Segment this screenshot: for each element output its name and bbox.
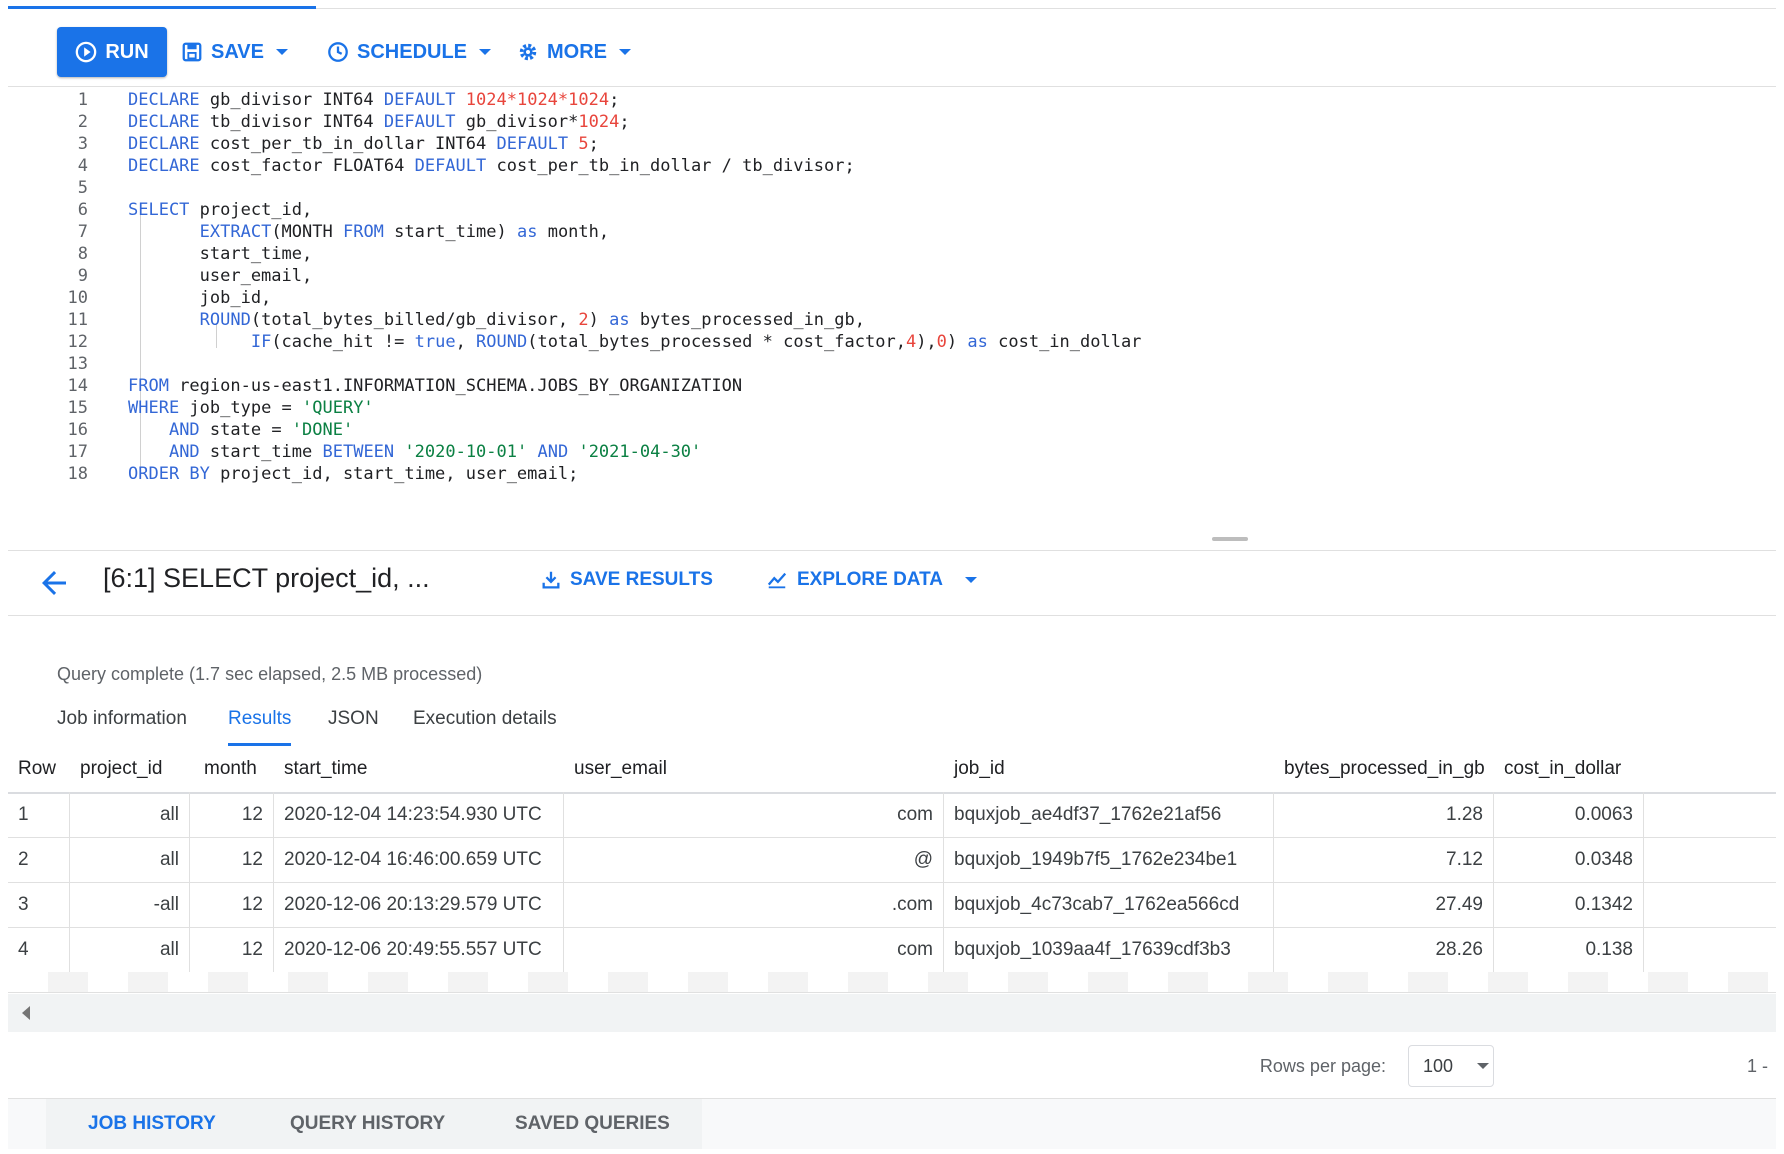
resize-handle[interactable] [1212, 537, 1248, 541]
chart-icon [767, 572, 787, 589]
results-header: [6:1] SELECT project_id, ... SAVE RESULT… [8, 550, 1776, 616]
cell-month: 12 [190, 882, 274, 927]
scroll-left-arrow-icon[interactable] [22, 1006, 30, 1020]
download-icon [542, 571, 560, 589]
table-row: 4 all 12 2020-12-06 20:49:55.557 UTC com bqux… [8, 927, 1776, 973]
cell-project-id: all [70, 837, 190, 882]
code-line: 18 ORDER BY project_id, start_time, user_… [8, 462, 1776, 487]
active-tab-indicator [8, 6, 316, 9]
cell-month: 12 [190, 927, 274, 972]
horizontal-scrollbar[interactable] [8, 994, 1776, 1032]
rows-per-page-value: 100 [1423, 1055, 1454, 1076]
cell-project-id: all [70, 927, 190, 972]
cell-bytes-processed: 27.49 [1274, 882, 1494, 927]
explore-data-button[interactable]: EXPLORE DATA [765, 569, 978, 591]
table-row: 1 all 12 2020-12-04 14:23:54.930 UTC com bqux… [8, 792, 1776, 838]
col-header-user-email: user_email [574, 758, 667, 779]
cell-start-time: 2020-12-06 20:49:55.557 UTC [274, 927, 564, 972]
cell-cost: 0.1342 [1494, 882, 1644, 927]
table-header-row: Row project_id month start_time user_ema… [8, 746, 1776, 794]
run-button[interactable]: RUN [57, 27, 167, 77]
line-number: 18 [67, 464, 88, 484]
table-row: 3 -all 12 2020-12-06 20:13:29.579 UTC .com bq… [8, 882, 1776, 928]
tab-query-history[interactable]: QUERY HISTORY [290, 1113, 445, 1135]
cell-user-email: com [564, 927, 944, 972]
cell-job-id: bquxjob_4c73cab7_1762ea566cd [944, 882, 1274, 927]
tab-job-history[interactable]: JOB HISTORY [88, 1113, 216, 1135]
cell-start-time: 2020-12-04 14:23:54.930 UTC [274, 792, 564, 837]
chevron-down-icon [965, 577, 978, 583]
page-range: 1 - [1746, 1056, 1768, 1076]
cell-user-email: com [564, 792, 944, 837]
schedule-button[interactable]: SCHEDULE [327, 32, 492, 72]
chevron-down-icon [1477, 1063, 1490, 1069]
save-button[interactable]: SAVE [181, 32, 288, 72]
results-title: [6:1] SELECT project_id, ... [103, 563, 430, 593]
tab-json[interactable]: JSON [328, 708, 379, 746]
sql-editor[interactable]: 1 DECLARE gb_divisor INT64 DEFAULT 1024*1… [8, 88, 1776, 548]
cell-bytes-processed: 1.28 [1274, 792, 1494, 837]
explore-data-label: EXPLORE DATA [797, 569, 944, 590]
cell-job-id: bquxjob_ae4df37_1762e21af56 [944, 792, 1274, 837]
col-header-job-id: job_id [954, 758, 1005, 779]
save-results-button[interactable]: SAVE RESULTS [540, 569, 713, 591]
cell-row: 1 [8, 792, 70, 837]
cell-project-id: -all [70, 882, 190, 927]
more-button[interactable]: MORE [517, 32, 631, 72]
code-text: ORDER BY project_id, start_time, user_em… [128, 464, 579, 484]
divider [316, 8, 1776, 9]
cell-month: 12 [190, 792, 274, 837]
col-header-bytes-processed: bytes_processed_in_gb [1284, 758, 1485, 779]
gear-icon [519, 43, 537, 61]
more-label: MORE [547, 40, 607, 63]
col-header-month: month [204, 758, 257, 779]
table-row-partial [8, 972, 1776, 993]
cell-cost: 0.138 [1494, 927, 1644, 972]
tab-execution-details[interactable]: Execution details [413, 708, 557, 746]
col-header-project-id: project_id [80, 758, 163, 779]
cell-cost: 0.0063 [1494, 792, 1644, 837]
cell-row: 4 [8, 927, 70, 972]
cell-cost: 0.0348 [1494, 837, 1644, 882]
save-icon [182, 42, 202, 62]
rows-per-page-select[interactable]: 100 [1408, 1045, 1494, 1087]
cell-user-email: .com [564, 882, 944, 927]
schedule-label: SCHEDULE [357, 40, 468, 63]
tab-saved-queries[interactable]: SAVED QUERIES [515, 1113, 670, 1135]
save-results-label: SAVE RESULTS [570, 569, 713, 590]
bottom-tabs: JOB HISTORY QUERY HISTORY SAVED QUERIES [46, 1099, 702, 1149]
editor-toolbar: RUN SAVE SCHEDULE MORE [8, 10, 1776, 87]
tab-job-information[interactable]: Job information [57, 708, 187, 746]
results-tabs: Job information Results JSON Execution d… [8, 700, 1776, 747]
cell-row: 2 [8, 837, 70, 882]
cell-row: 3 [8, 882, 70, 927]
cell-start-time: 2020-12-04 16:46:00.659 UTC [274, 837, 564, 882]
cell-project-id: all [70, 792, 190, 837]
table-row: 2 all 12 2020-12-04 16:46:00.659 UTC @ bquxjo… [8, 837, 1776, 883]
cell-start-time: 2020-12-06 20:13:29.579 UTC [274, 882, 564, 927]
save-label: SAVE [211, 40, 264, 63]
clock-icon [328, 42, 348, 62]
cell-user-email: @ [564, 837, 944, 882]
run-label: RUN [105, 40, 149, 63]
query-status: Query complete (1.7 sec elapsed, 2.5 MB … [57, 664, 483, 684]
col-header-cost: cost_in_dollar [1504, 758, 1622, 779]
cell-job-id: bquxjob_1039aa4f_17639cdf3b3 [944, 927, 1274, 972]
rows-per-page-label: Rows per page: [1259, 1056, 1386, 1076]
cell-month: 12 [190, 837, 274, 882]
back-arrow-icon[interactable] [36, 565, 72, 601]
play-circle-icon [76, 41, 97, 63]
col-header-start-time: start_time [284, 758, 368, 779]
cell-bytes-processed: 7.12 [1274, 837, 1494, 882]
results-table: Row project_id month start_time user_ema… [8, 746, 1776, 994]
tab-results[interactable]: Results [228, 708, 292, 746]
cell-job-id: bquxjob_1949b7f5_1762e234be1 [944, 837, 1274, 882]
chevron-down-icon [479, 49, 492, 55]
cell-bytes-processed: 28.26 [1274, 927, 1494, 972]
chevron-down-icon [275, 49, 288, 55]
bottom-panel-bar: JOB HISTORY QUERY HISTORY SAVED QUERIES [8, 1098, 1776, 1149]
chevron-down-icon [619, 49, 631, 55]
col-header-row: Row [18, 758, 57, 779]
pagination: Rows per page: 100 1 - [8, 1040, 1776, 1100]
